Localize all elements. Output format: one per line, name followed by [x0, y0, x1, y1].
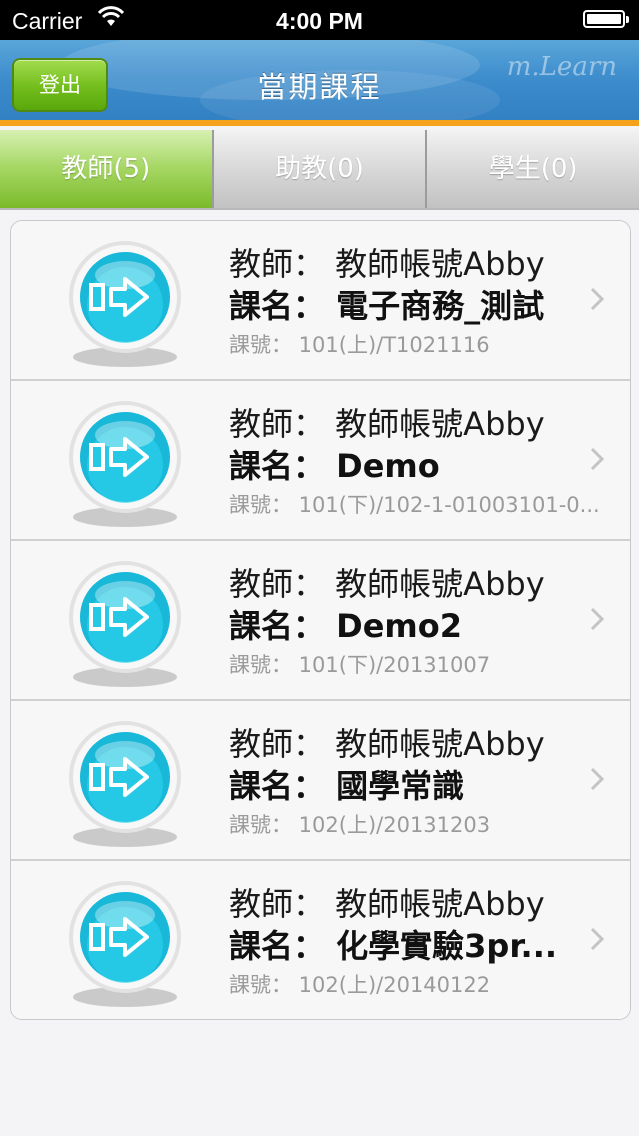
clock: 4:00 PM: [276, 8, 363, 34]
course-code: 課號： 101(下)/102-1-01003101-0...: [229, 493, 600, 517]
role-tabs: 教師(5) 助教(0) 學生(0): [0, 130, 639, 210]
nav-bar: m.Learn 登出 當期課程: [0, 40, 639, 126]
course-teacher: 教師： 教師帳號Abby: [229, 725, 545, 763]
course-code: 課號： 101(上)/T1021116: [229, 333, 490, 357]
course-code: 課號： 102(上)/20140122: [229, 973, 491, 997]
course-row[interactable]: 教師： 教師帳號Abby 課名： 電子商務_測試 課號： 101(上)/T102…: [11, 221, 630, 381]
page-title: 當期課程: [257, 70, 382, 104]
course-teacher: 教師： 教師帳號Abby: [229, 885, 545, 923]
course-code: 課號： 102(上)/20131203: [229, 813, 491, 837]
nav-divider: [0, 120, 639, 126]
course-row[interactable]: 教師： 教師帳號Abby 課名： Demo2 課號： 101(下)/201310…: [11, 541, 630, 701]
enter-course-icon: [69, 881, 181, 1007]
course-name: 課名： Demo2: [229, 607, 463, 645]
chevron-right-icon: [590, 767, 604, 791]
course-row[interactable]: 教師： 教師帳號Abby 課名： 化學實驗3pr... 課號： 102(上)/2…: [11, 861, 630, 1019]
enter-course-icon: [69, 561, 181, 687]
chevron-right-icon: [590, 607, 604, 631]
course-code: 課號： 101(下)/20131007: [229, 653, 491, 677]
tab-student[interactable]: 學生(0): [427, 130, 639, 208]
course-row[interactable]: 教師： 教師帳號Abby 課名： 國學常識 課號： 102(上)/2013120…: [11, 701, 630, 861]
battery-icon: [583, 10, 629, 28]
chevron-right-icon: [590, 287, 604, 311]
tab-assistant[interactable]: 助教(0): [213, 130, 428, 208]
course-teacher: 教師： 教師帳號Abby: [229, 405, 545, 443]
course-row[interactable]: 教師： 教師帳號Abby 課名： Demo 課號： 101(下)/102-1-0…: [11, 381, 630, 541]
course-name: 課名： 國學常識: [229, 767, 465, 805]
course-teacher: 教師： 教師帳號Abby: [229, 245, 545, 283]
course-name: 課名： 電子商務_測試: [229, 287, 545, 325]
chevron-right-icon: [590, 927, 604, 951]
course-teacher: 教師： 教師帳號Abby: [229, 565, 545, 603]
course-list: 教師： 教師帳號Abby 課名： 電子商務_測試 課號： 101(上)/T102…: [10, 220, 631, 1020]
enter-course-icon: [69, 241, 181, 367]
tab-teacher[interactable]: 教師(5): [0, 130, 214, 208]
enter-course-icon: [69, 721, 181, 847]
enter-course-icon: [69, 401, 181, 527]
course-name: 課名： Demo: [229, 447, 440, 485]
course-name: 課名： 化學實驗3pr...: [229, 927, 558, 965]
chevron-right-icon: [590, 447, 604, 471]
status-bar: Carrier 4:00 PM: [0, 0, 639, 40]
